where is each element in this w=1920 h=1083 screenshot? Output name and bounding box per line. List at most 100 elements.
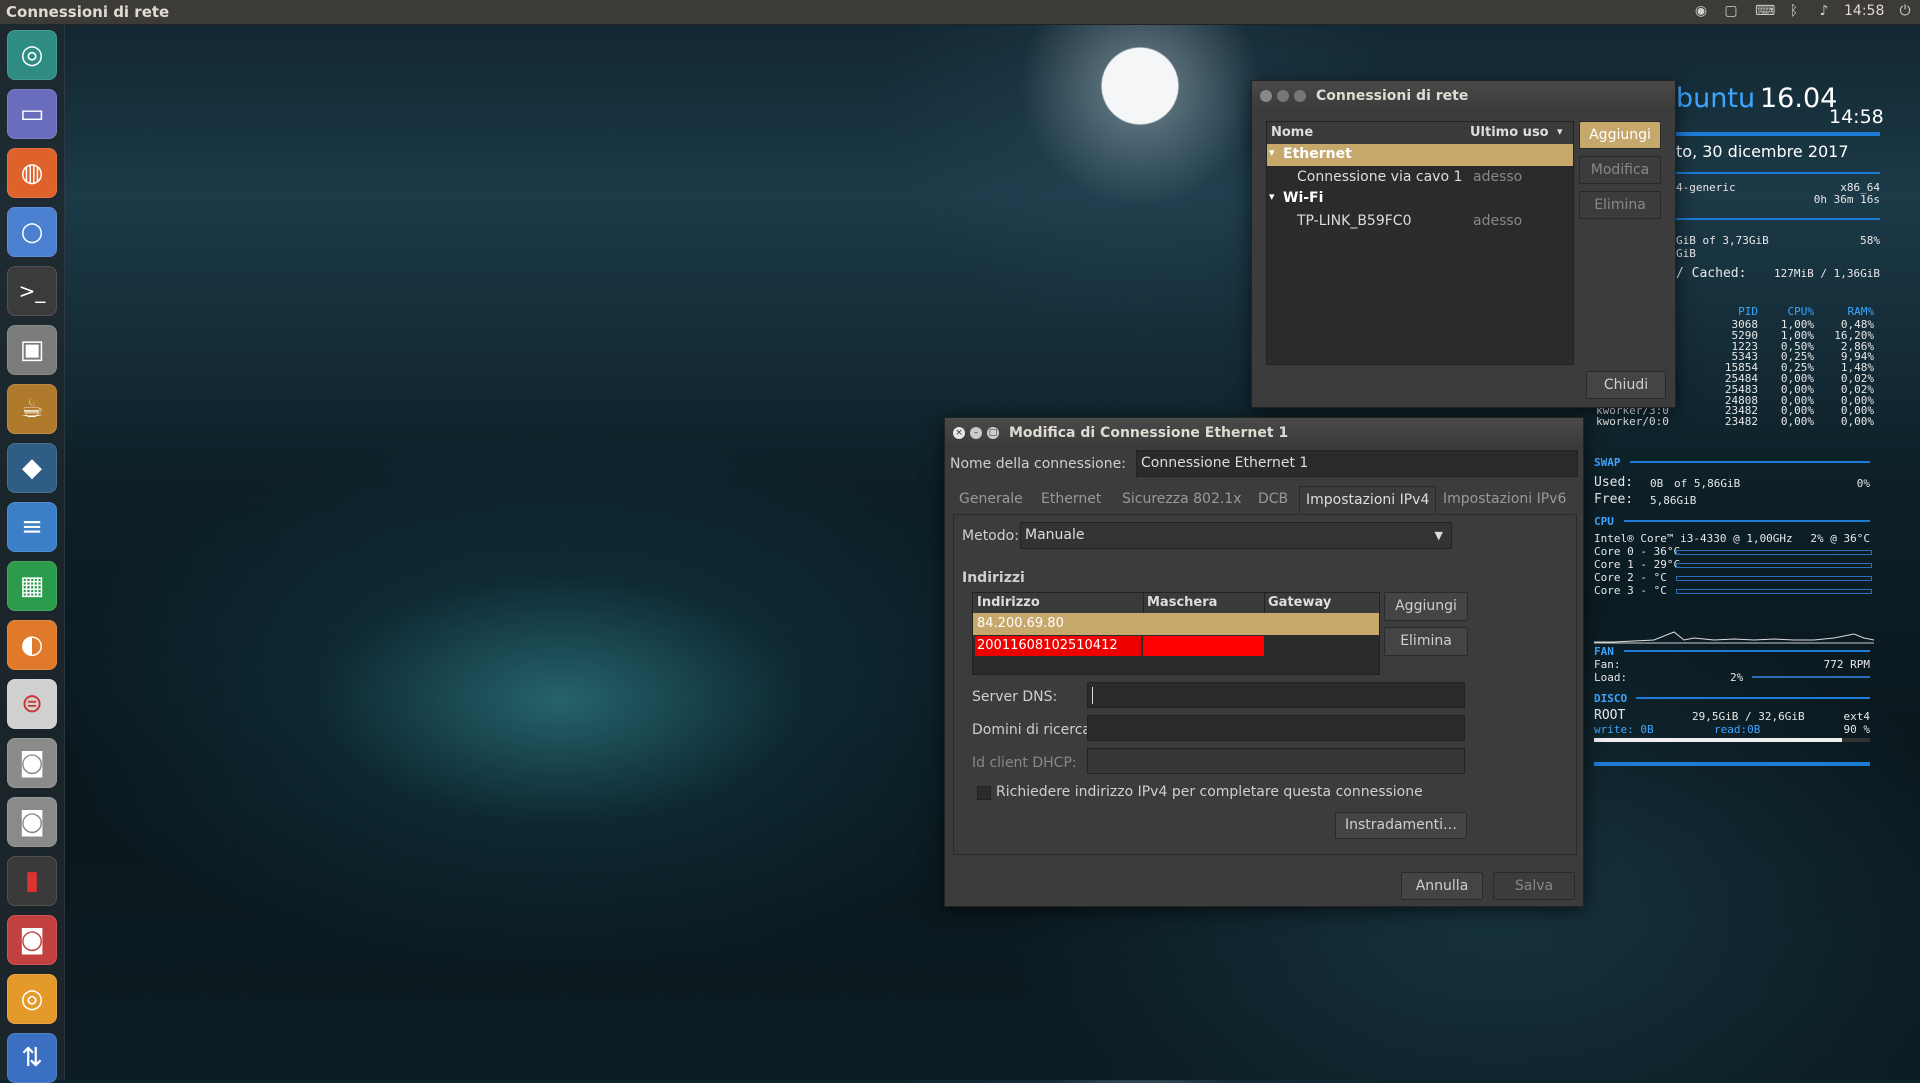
save-button[interactable]: Salva [1493, 872, 1575, 900]
list-item[interactable]: Connessione via cavo 1 adesso [1267, 166, 1573, 188]
conky-core-0: Core 0 - 36°C [1594, 545, 1681, 558]
conky-os: buntu [1676, 83, 1756, 114]
conky-ram-line2: GiB [1676, 247, 1696, 260]
kodi-icon[interactable]: ◆ [7, 443, 57, 493]
method-select[interactable]: Manuale ▼ [1020, 522, 1452, 549]
connection-name-label: Nome della connessione: [950, 456, 1126, 472]
col-name-header[interactable]: Nome [1271, 125, 1313, 140]
dns-label: Server DNS: [972, 689, 1058, 705]
close-button[interactable]: Chiudi [1586, 371, 1666, 399]
address-cell[interactable]: 84.200.69.80 [977, 616, 1064, 631]
active-window-title: Connessioni di rete [6, 3, 170, 21]
files-icon[interactable]: ▭ [7, 89, 57, 139]
add-connection-button[interactable]: Aggiungi [1579, 121, 1661, 149]
spreadsheet-icon[interactable]: ▦ [7, 561, 57, 611]
conky-fan-value: 772 RPM [1823, 658, 1870, 671]
dns-input[interactable] [1087, 682, 1465, 708]
conky-swap-of: of 5,86GiB [1674, 477, 1741, 490]
chromium-icon[interactable]: ○ [7, 207, 57, 257]
conky-disk-divider [1636, 697, 1870, 699]
expander-icon[interactable]: ▾ [1269, 146, 1275, 159]
conky-core-2: Core 2 - °C [1594, 571, 1667, 584]
add-address-button[interactable]: Aggiungi [1384, 592, 1468, 621]
list-item[interactable]: TP-LINK_B59FC0 adesso [1267, 210, 1573, 232]
search-domains-input[interactable] [1087, 715, 1465, 741]
display-indicator-icon[interactable]: ▢ [1722, 3, 1740, 19]
routes-button[interactable]: Instradamenti… [1335, 812, 1467, 839]
edit-connection-button[interactable]: Modifica [1579, 156, 1661, 184]
netmask-cell-invalid[interactable] [1143, 636, 1264, 656]
clock[interactable]: 14:58 [1844, 3, 1884, 19]
conky-root-value: 29,5GiB / 32,6GiB [1692, 710, 1805, 723]
minimize-icon[interactable]: – [970, 427, 982, 439]
disk-icon-2[interactable]: ◙ [7, 797, 57, 847]
conky-ram-pct: 58% [1860, 234, 1880, 247]
group-row-wifi[interactable]: ▾ Wi-Fi [1267, 188, 1573, 210]
conky-cpu-title: CPU [1594, 515, 1614, 528]
top-panel: Connessioni di rete ◉ ▢ ⌨ ᛒ ♪ 14:58 ⏻ [0, 0, 1920, 25]
delete-address-button[interactable]: Elimina [1384, 627, 1468, 656]
maximize-icon[interactable] [1294, 90, 1306, 102]
ubuntu-logo-icon[interactable]: ◎ [7, 30, 57, 80]
screenshot-icon[interactable]: ◎ [7, 974, 57, 1024]
image-viewer-icon[interactable]: ◐ [7, 620, 57, 670]
tab-ipv4-settings[interactable]: Impostazioni IPv4 [1299, 486, 1437, 513]
table-header: Indirizzo Maschera Gateway [973, 593, 1379, 614]
text-editor-icon[interactable]: ≡ [7, 502, 57, 552]
address-cell-invalid[interactable]: 20011608102510412 [975, 636, 1141, 656]
firefox-icon[interactable]: ◍ [7, 148, 57, 198]
usb-drive-icon[interactable]: ▮ [7, 856, 57, 906]
settings-toggle-icon[interactable]: ⊜ [7, 679, 57, 729]
disk-red-icon[interactable]: ◙ [7, 915, 57, 965]
dhcp-client-id-input[interactable] [1087, 748, 1465, 774]
titlebar: Connessioni di rete [1252, 81, 1675, 111]
monitor-icon[interactable]: ▣ [7, 325, 57, 375]
keyboard-indicator-icon[interactable]: ⌨ [1755, 3, 1775, 19]
connection-name-field[interactable]: Connessione Ethernet 1 [1136, 450, 1578, 477]
group-row-ethernet[interactable]: ▾ Ethernet [1267, 144, 1573, 166]
expander-icon[interactable]: ▾ [1269, 190, 1275, 203]
table-row[interactable]: 84.200.69.80 [973, 613, 1379, 635]
conky-swap-title: SWAP [1594, 456, 1621, 469]
col-netmask-header: Maschera [1147, 595, 1218, 610]
col-last-used-header[interactable]: Ultimo uso [1470, 125, 1549, 140]
conky-fan-divider [1624, 650, 1870, 652]
tab-dcb[interactable]: DCB [1258, 486, 1288, 512]
conky-divider [1676, 132, 1880, 136]
terminal-icon[interactable]: >_ [7, 266, 57, 316]
require-ipv4-checkbox[interactable] [977, 786, 991, 800]
conky-divider-3 [1676, 218, 1880, 220]
conky-proc-name: kworker/0:0 [1596, 415, 1669, 429]
table-row[interactable]: 20011608102510412 [973, 635, 1379, 657]
minimize-icon[interactable] [1277, 90, 1289, 102]
conky-swap-divider [1630, 461, 1870, 463]
power-icon[interactable]: ⏻ [1896, 3, 1914, 19]
conky-cpu-divider [1624, 520, 1870, 522]
tab-security[interactable]: Sicurezza 802.1x [1122, 486, 1242, 512]
conky-proc-pid: 23482 [1724, 415, 1758, 429]
close-icon[interactable]: × [953, 427, 965, 439]
coffee-icon[interactable]: ☕ [7, 384, 57, 434]
cancel-button[interactable]: Annulla [1401, 872, 1483, 900]
screenshot-indicator-icon[interactable]: ◉ [1692, 3, 1710, 19]
maximize-icon[interactable]: □ [987, 427, 999, 439]
volume-icon[interactable]: ♪ [1815, 3, 1833, 19]
tab-general[interactable]: Generale [959, 486, 1023, 512]
close-icon[interactable] [1260, 90, 1272, 102]
bluetooth-icon[interactable]: ᛒ [1785, 3, 1803, 19]
network-updown-icon[interactable]: ⇅ [7, 1033, 57, 1083]
sort-arrow-icon[interactable]: ▾ [1557, 125, 1563, 138]
conky-root-fs: ext4 [1843, 710, 1871, 723]
conky-core-3-bar [1676, 589, 1872, 594]
network-connections-window: Connessioni di rete Nome Ultimo uso ▾ ▾ … [1251, 80, 1676, 408]
conky-fan-title: FAN [1594, 645, 1614, 658]
conky-swap-free-label: Free: [1594, 492, 1634, 507]
conky-read-label: read:0B [1714, 723, 1761, 736]
edit-connection-window: × – □ Modifica di Connessione Ethernet 1… [944, 417, 1584, 907]
conky-kernel: 4-generic [1676, 181, 1736, 194]
tab-ipv6-settings[interactable]: Impostazioni IPv6 [1443, 486, 1566, 512]
tab-ethernet[interactable]: Ethernet [1041, 486, 1101, 512]
delete-connection-button[interactable]: Elimina [1579, 191, 1661, 219]
disk-icon[interactable]: ◙ [7, 738, 57, 788]
conky-root-label: ROOT [1594, 708, 1626, 723]
